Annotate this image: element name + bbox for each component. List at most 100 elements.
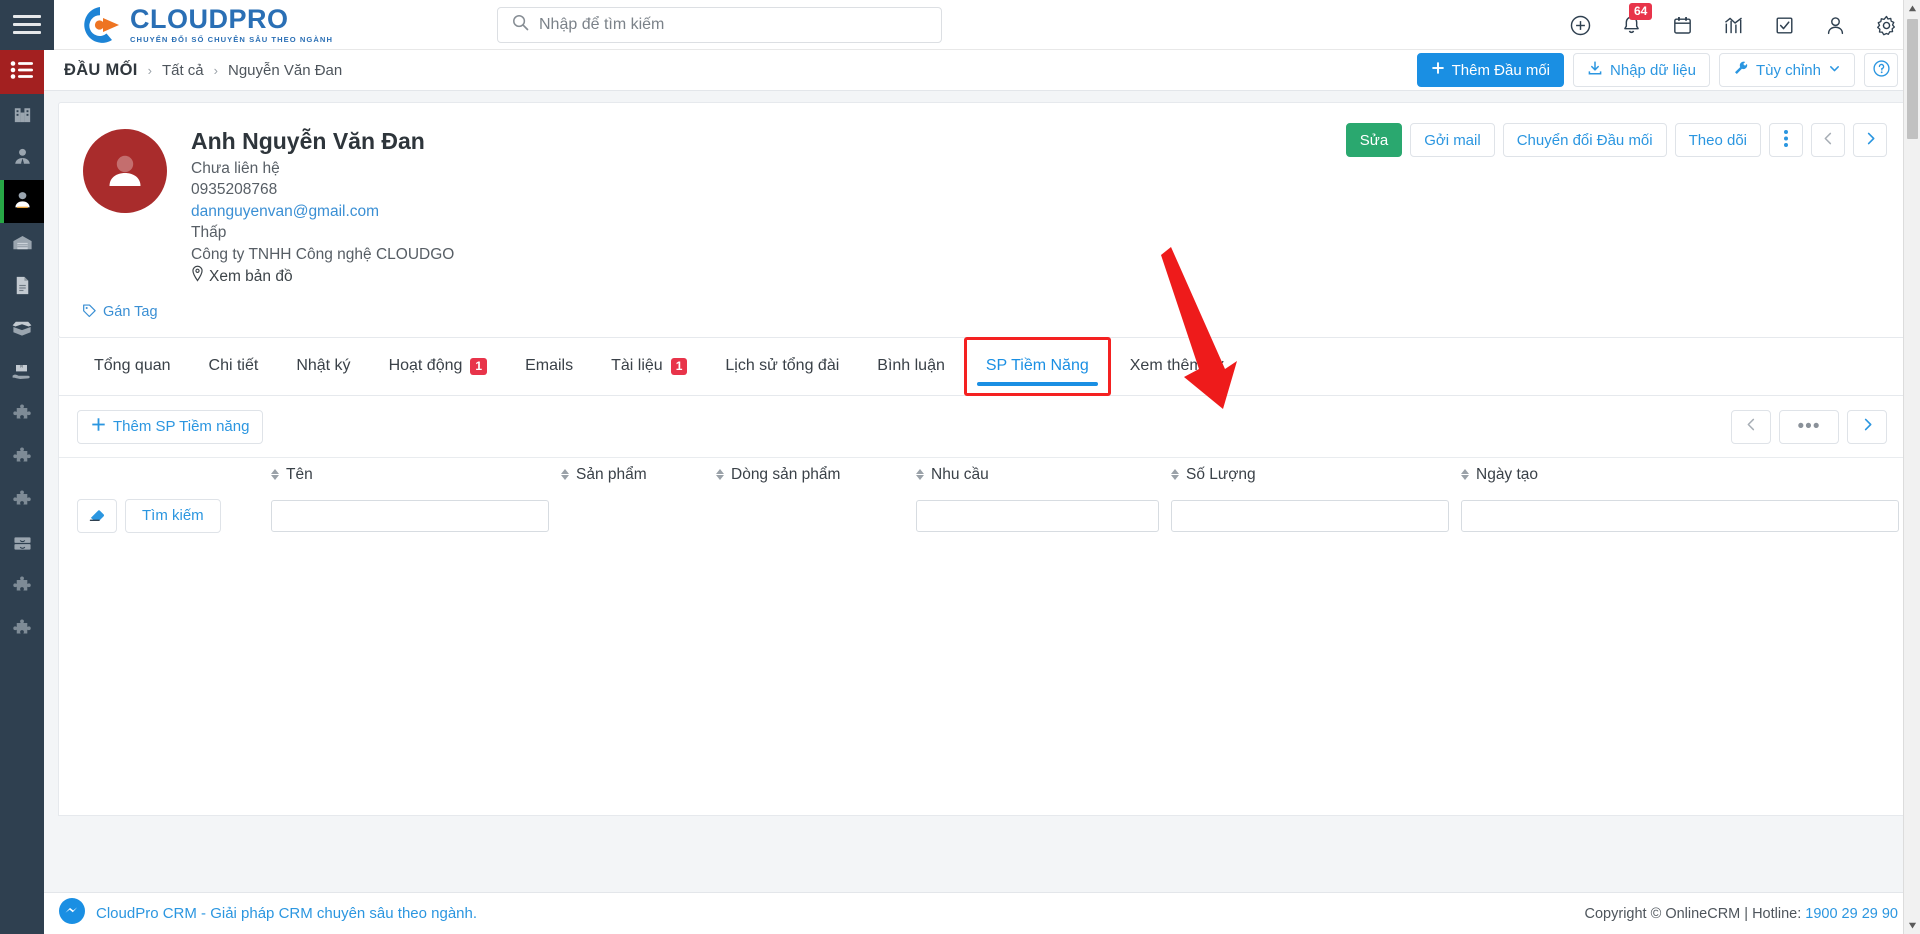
- footer-left: CloudPro CRM - Giải pháp CRM chuyên sâu …: [44, 897, 477, 930]
- profile-actions: Sửa Gởi mail Chuyển đổi Đầu mối Theo dõi: [1345, 123, 1887, 157]
- pager-next-button[interactable]: [1847, 409, 1887, 444]
- chevron-down-icon[interactable]: [911, 15, 927, 36]
- tab-sp-tiem-nang[interactable]: SP Tiềm Năng: [963, 336, 1111, 396]
- pager-more-button[interactable]: •••: [1779, 409, 1839, 444]
- column-header-so-luong[interactable]: Số Lượng: [1165, 456, 1455, 494]
- filter-cell-so-luong: [1165, 494, 1455, 538]
- sidebar-item-leads[interactable]: [0, 180, 44, 223]
- clear-filter-button[interactable]: [77, 498, 117, 533]
- analytics-icon[interactable]: [1722, 14, 1745, 37]
- hotline-number[interactable]: 1900 29 29 90: [1805, 906, 1898, 922]
- sidebar-item-plugin-2[interactable]: [0, 438, 44, 481]
- contacts-icon: [11, 145, 34, 173]
- panel-toolbar: Thêm SP Tiềm năng •••: [59, 396, 1905, 457]
- sidebar-item-plugin-5[interactable]: [0, 610, 44, 653]
- assign-tag-link[interactable]: Gán Tag: [82, 303, 158, 322]
- column-header-san-pham[interactable]: Sản phẩm: [555, 456, 710, 494]
- tab-hoat-dong[interactable]: Hoạt động 1: [370, 338, 507, 395]
- sidebar-item-warehouse[interactable]: [0, 223, 44, 266]
- help-button[interactable]: [1864, 53, 1898, 87]
- breadcrumb-item-current: Nguyễn Văn Đan: [227, 61, 343, 79]
- bell-icon[interactable]: 64: [1620, 2, 1653, 37]
- brand-title: CLOUDPRO: [130, 3, 289, 34]
- view-map-link[interactable]: Xem bản đồ: [191, 265, 454, 289]
- messenger-icon[interactable]: [58, 897, 86, 930]
- sidebar-item-plugin-4[interactable]: [0, 567, 44, 610]
- filter-input-ngay-tao[interactable]: [1461, 499, 1899, 532]
- sort-icon[interactable]: [1171, 469, 1179, 481]
- follow-button[interactable]: Theo dõi: [1674, 123, 1761, 157]
- column-header-nhu-cau[interactable]: Nhu cầu: [910, 456, 1165, 494]
- more-actions-button[interactable]: [1769, 123, 1803, 157]
- tab-nhat-ky[interactable]: Nhật ký: [277, 338, 369, 395]
- filter-input-so-luong[interactable]: [1171, 499, 1449, 532]
- sidebar-item-documents[interactable]: [0, 266, 44, 309]
- tab-tai-lieu[interactable]: Tài liệu 1: [592, 338, 706, 395]
- breadcrumb-root[interactable]: ĐẦU MỐI: [64, 61, 138, 80]
- sort-icon[interactable]: [1461, 469, 1469, 481]
- column-header-dong-san-pham[interactable]: Dòng sản phẩm: [710, 456, 910, 494]
- add-lead-button[interactable]: Thêm Đầu mối: [1416, 53, 1565, 87]
- send-mail-button[interactable]: Gởi mail: [1410, 123, 1495, 157]
- sort-icon[interactable]: [916, 469, 924, 481]
- tab-xem-them[interactable]: Xem thêm: [1111, 338, 1245, 395]
- filter-actions-cell: Tìm kiếm: [59, 494, 265, 538]
- sidebar-item-plugin-1[interactable]: [0, 395, 44, 438]
- sidebar-item-drawer[interactable]: [0, 524, 44, 567]
- breadcrumb-item-all[interactable]: Tất cả: [162, 62, 204, 79]
- avatar[interactable]: [83, 129, 167, 213]
- column-label: Ngày tạo: [1476, 465, 1539, 483]
- sidebar-item-products[interactable]: [0, 309, 44, 352]
- tab-tong-quan[interactable]: Tổng quan: [75, 338, 190, 395]
- lead-email[interactable]: dannguyenvan@gmail.com: [191, 201, 454, 223]
- sort-icon[interactable]: [561, 469, 569, 481]
- profile-info: Anh Nguyễn Văn Đan Chưa liên hệ 09352087…: [191, 127, 454, 289]
- sidebar-item-plugin-3[interactable]: [0, 481, 44, 524]
- hamburger-menu-button[interactable]: [0, 0, 54, 50]
- import-data-button[interactable]: Nhập dữ liệu: [1573, 53, 1710, 87]
- main-content: ĐẦU MỐI › Tất cả › Nguyễn Văn Đan Thêm Đ…: [44, 50, 1920, 934]
- cloudpro-logo-icon: [79, 4, 121, 46]
- pager-prev-button[interactable]: [1731, 409, 1771, 444]
- column-header-ten[interactable]: Tên: [265, 456, 555, 494]
- column-header-actions: [59, 456, 265, 494]
- sidebar-menu-toggle[interactable]: [0, 50, 44, 94]
- customize-label: Tùy chỉnh: [1755, 61, 1821, 79]
- tab-lich-su-tong-dai[interactable]: Lịch sử tổng đài: [706, 338, 858, 395]
- calendar-icon[interactable]: [1671, 14, 1694, 37]
- vertical-scrollbar[interactable]: [1903, 0, 1920, 934]
- filter-input-nhu-cau[interactable]: [916, 499, 1159, 532]
- next-record-button[interactable]: [1853, 123, 1887, 157]
- global-search[interactable]: [497, 7, 942, 43]
- sort-icon[interactable]: [716, 469, 724, 481]
- search-input[interactable]: [539, 16, 911, 34]
- add-potential-product-button[interactable]: Thêm SP Tiềm năng: [77, 409, 264, 444]
- scroll-up-arrow-icon[interactable]: [1904, 0, 1920, 17]
- filter-input-ten[interactable]: [271, 499, 549, 532]
- column-header-ngay-tao[interactable]: Ngày tạo: [1455, 456, 1905, 494]
- convert-lead-button[interactable]: Chuyển đổi Đầu mối: [1502, 123, 1667, 157]
- scroll-down-arrow-icon[interactable]: [1904, 917, 1920, 934]
- sidebar-item-building[interactable]: [0, 94, 44, 137]
- tab-emails[interactable]: Emails: [506, 338, 592, 395]
- sidebar-item-contacts[interactable]: [0, 137, 44, 180]
- tab-badge: 1: [670, 357, 688, 376]
- brand-logo[interactable]: CLOUDPRO CHUYỂN ĐỔI SỐ CHUYÊN SÂU THEO N…: [79, 4, 333, 46]
- customize-button[interactable]: Tùy chỉnh: [1718, 53, 1855, 87]
- scrollbar-thumb[interactable]: [1906, 19, 1918, 139]
- lead-rating: Thấp: [191, 224, 227, 242]
- sort-icon[interactable]: [271, 469, 279, 481]
- plus-circle-icon[interactable]: [1569, 14, 1592, 37]
- tab-binh-luan[interactable]: Bình luận: [858, 338, 964, 395]
- breadcrumb-actions: Thêm Đầu mối Nhập dữ liệu Tùy chỉnh: [1416, 53, 1898, 87]
- footer-brand-text[interactable]: CloudPro CRM - Giải pháp CRM chuyên sâu …: [96, 905, 477, 922]
- user-icon[interactable]: [1824, 14, 1847, 37]
- task-check-icon[interactable]: [1773, 14, 1796, 37]
- sidebar-item-delivery[interactable]: [0, 352, 44, 395]
- search-filter-button[interactable]: Tìm kiếm: [125, 498, 221, 533]
- tab-chi-tiet[interactable]: Chi tiết: [190, 338, 278, 395]
- edit-button[interactable]: Sửa: [1345, 123, 1403, 157]
- gear-icon[interactable]: [1875, 14, 1898, 37]
- puzzle-icon: [11, 575, 34, 603]
- prev-record-button[interactable]: [1811, 123, 1845, 157]
